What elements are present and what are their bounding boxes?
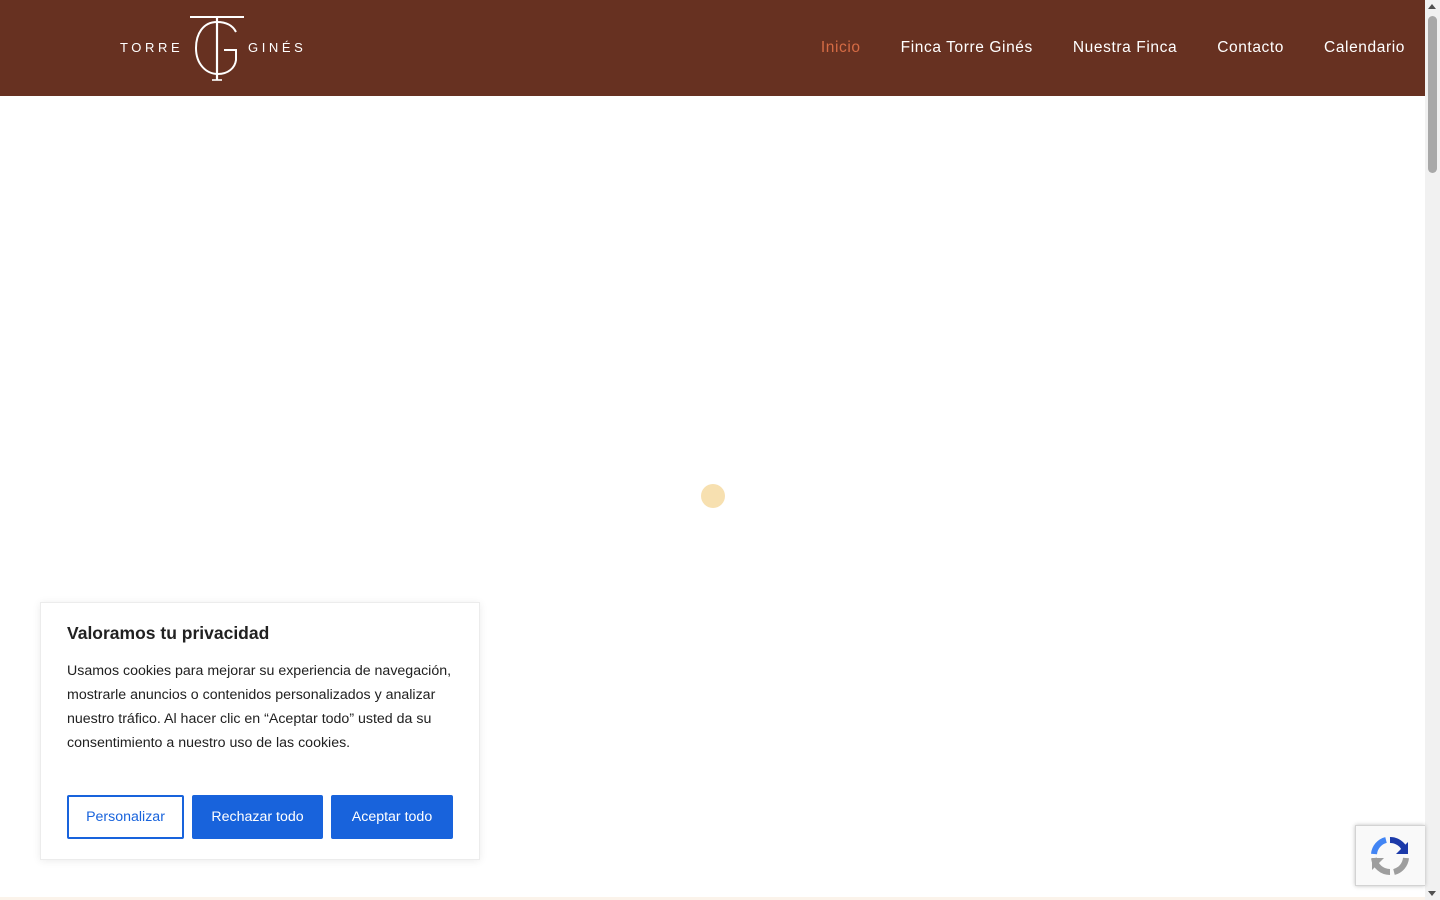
scrollbar-thumb[interactable]	[1428, 16, 1437, 173]
scroll-down-arrow-icon[interactable]	[1428, 891, 1436, 896]
cookie-banner-text: Usamos cookies para mejorar su experienc…	[67, 663, 452, 751]
site-logo[interactable]: TORRE GINÉS	[120, 14, 312, 82]
logo-word-left: TORRE	[120, 40, 184, 55]
nav-item-inicio[interactable]: Inicio	[821, 39, 861, 57]
nav-item-nuestra-finca[interactable]: Nuestra Finca	[1073, 39, 1177, 57]
recaptcha-icon	[1371, 836, 1409, 876]
main-nav: Inicio Finca Torre Ginés Nuestra Finca C…	[781, 0, 1405, 96]
recaptcha-badge[interactable]	[1355, 825, 1425, 886]
accept-all-button[interactable]: Aceptar todo	[331, 795, 453, 839]
cookie-banner-title: Valoramos tu privacidad	[67, 623, 270, 643]
page: TORRE GINÉS Inicio Finca Torre Ginés Nue…	[0, 0, 1440, 900]
nav-item-finca-torre-gines[interactable]: Finca Torre Ginés	[901, 39, 1033, 57]
site-header: TORRE GINÉS Inicio Finca Torre Ginés Nue…	[0, 0, 1425, 96]
nav-item-calendario[interactable]: Calendario	[1324, 39, 1405, 57]
nav-item-contacto[interactable]: Contacto	[1217, 39, 1284, 57]
logo-word-right: GINÉS	[248, 40, 307, 55]
customize-button[interactable]: Personalizar	[67, 795, 184, 839]
reject-all-button[interactable]: Rechazar todo	[192, 795, 323, 839]
tg-monogram-icon	[190, 16, 244, 81]
scroll-up-arrow-icon[interactable]	[1428, 4, 1436, 9]
loading-dot-icon	[701, 484, 725, 508]
cookie-consent-banner: Valoramos tu privacidad Usamos cookies p…	[40, 602, 480, 860]
page-scrollbar[interactable]	[1425, 0, 1440, 900]
cookie-button-group: Personalizar Rechazar todo Aceptar todo	[67, 795, 453, 839]
